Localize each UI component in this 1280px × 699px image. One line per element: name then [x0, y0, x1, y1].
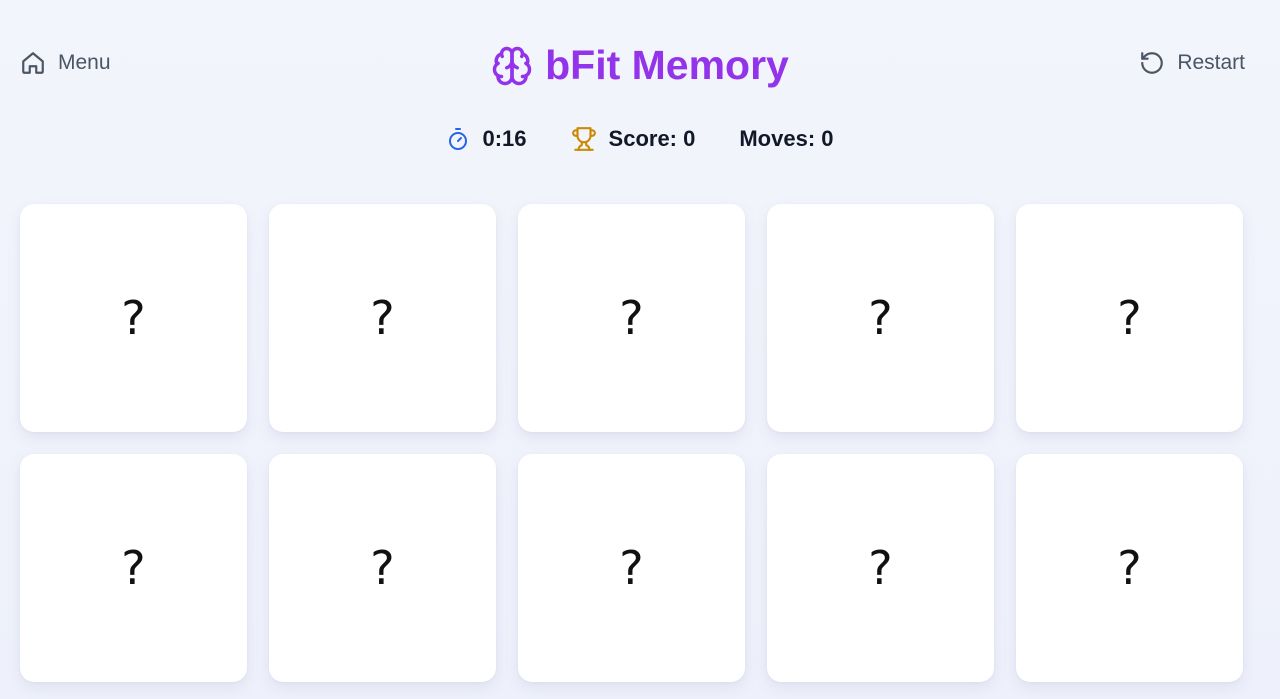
- memory-card[interactable]: ?: [1016, 454, 1243, 682]
- restart-label: Restart: [1177, 51, 1245, 74]
- card-face: ?: [370, 541, 395, 595]
- memory-card[interactable]: ?: [518, 204, 745, 432]
- card-grid: ? ? ? ? ? ? ? ? ? ?: [20, 204, 1246, 682]
- score-stat: Score: 0: [571, 126, 696, 152]
- app-title: bFit Memory: [0, 42, 1280, 89]
- memory-card[interactable]: ?: [1016, 204, 1243, 432]
- memory-card[interactable]: ?: [269, 454, 496, 682]
- restart-button[interactable]: Restart: [1139, 50, 1245, 76]
- score-value: Score: 0: [608, 126, 696, 151]
- stats-bar: 0:16 Score: 0 Moves: 0: [0, 126, 1280, 152]
- timer-icon: [446, 126, 470, 152]
- card-face: ?: [370, 291, 395, 345]
- moves-value: Moves: 0: [739, 126, 834, 151]
- timer-stat: 0:16: [446, 126, 527, 152]
- rotate-ccw-icon: [1139, 50, 1165, 76]
- card-face: ?: [121, 541, 146, 595]
- memory-card[interactable]: ?: [269, 204, 496, 432]
- memory-card[interactable]: ?: [20, 204, 247, 432]
- memory-card[interactable]: ?: [518, 454, 745, 682]
- trophy-icon: [571, 126, 597, 152]
- card-face: ?: [619, 291, 644, 345]
- card-face: ?: [121, 291, 146, 345]
- moves-stat: Moves: 0: [739, 126, 833, 152]
- title-text: bFit Memory: [545, 42, 789, 88]
- brain-icon: [491, 45, 533, 87]
- memory-card[interactable]: ?: [767, 454, 994, 682]
- card-face: ?: [868, 291, 893, 345]
- card-face: ?: [868, 541, 893, 595]
- memory-card[interactable]: ?: [767, 204, 994, 432]
- timer-value: 0:16: [482, 126, 527, 151]
- card-face: ?: [619, 541, 644, 595]
- header: Menu bFit Memory Restart: [0, 0, 1280, 130]
- card-face: ?: [1117, 541, 1142, 595]
- card-face: ?: [1117, 291, 1142, 345]
- memory-card[interactable]: ?: [20, 454, 247, 682]
